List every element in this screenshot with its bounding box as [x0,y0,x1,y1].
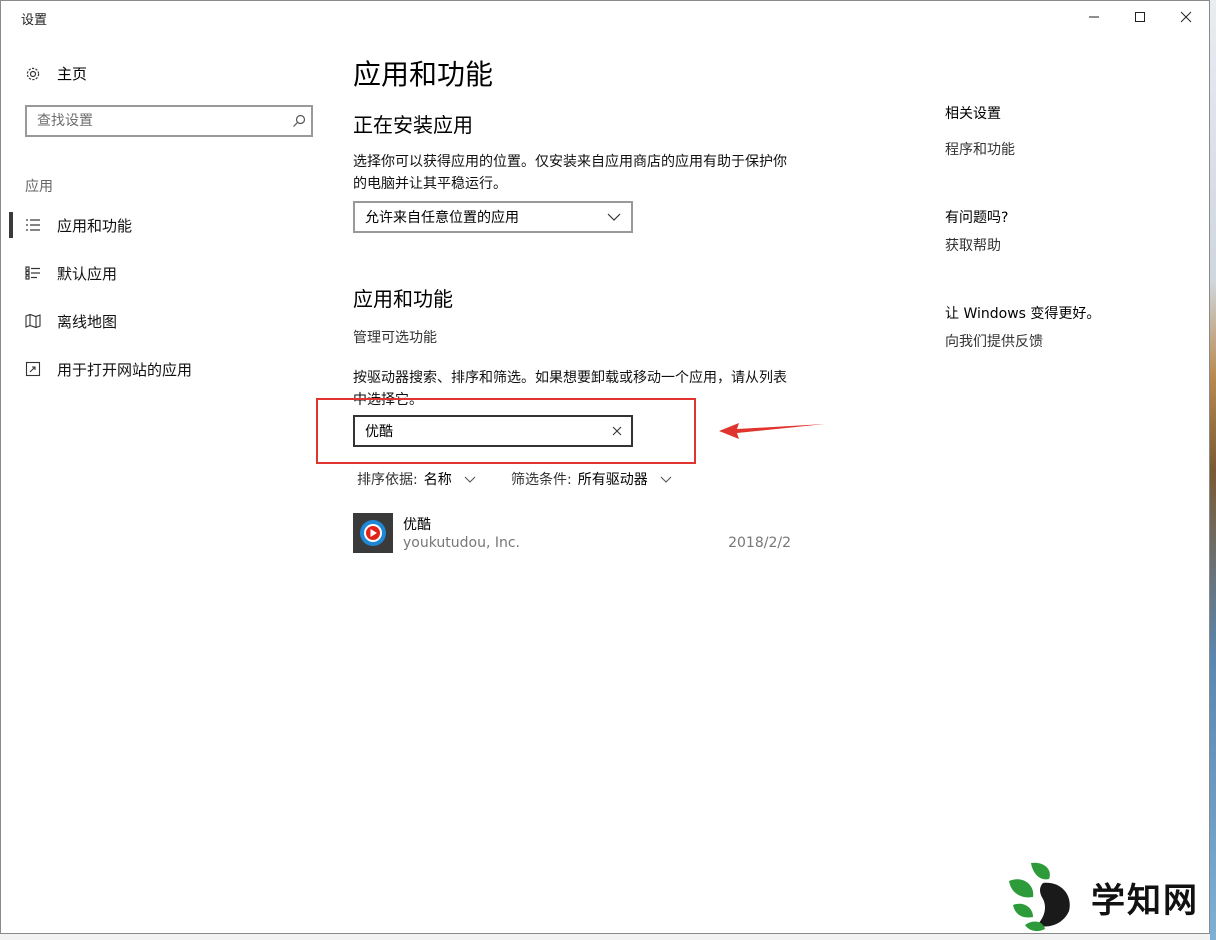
filter-value: 所有驱动器 [577,472,648,488]
settings-search-input[interactable] [27,107,287,135]
active-item-indicator [9,212,13,238]
related-settings-heading: 相关设置 [945,106,1001,122]
install-heading: 正在安装应用 [353,113,473,137]
sort-label: 排序依据: [357,472,418,488]
sidebar-item-label: 用于打开网站的应用 [57,360,193,379]
sort-value: 名称 [423,472,452,488]
sidebar-home[interactable]: 主页 [25,63,87,84]
minimize-button[interactable] [1071,1,1117,33]
settings-search-box[interactable] [25,105,313,137]
list-icon [25,217,41,233]
apps-features-heading: 应用和功能 [353,287,453,311]
desktop-background [1210,0,1216,940]
programs-features-link[interactable]: 程序和功能 [945,139,1015,159]
sidebar-item-label: 应用和功能 [57,216,133,235]
minimize-icon [1089,16,1099,18]
give-feedback-link[interactable]: 向我们提供反馈 [945,331,1043,351]
install-source-dropdown[interactable]: 允许来自任意位置的应用 [353,201,633,233]
open-website-icon [25,361,41,377]
page-title: 应用和功能 [353,58,494,91]
watermark-logo: 学知网 [1003,859,1209,933]
question-heading: 有问题吗? [945,210,1009,226]
app-name: 优酷 [403,517,431,533]
install-description: 选择你可以获得应用的位置。仅安装来自应用商店的应用有助于保护你的电脑并让其平稳运… [353,154,787,192]
sidebar-item-apps-features[interactable]: 应用和功能 [25,213,132,237]
chevron-down-icon [464,476,476,483]
clear-search-button[interactable] [603,426,631,436]
sidebar-item-apps-for-websites[interactable]: 用于打开网站的应用 [25,357,192,381]
chevron-down-icon [607,213,621,221]
feedback-heading: 让 Windows 变得更好。 [945,306,1101,322]
search-icon[interactable] [287,114,311,128]
leaf-logo-icon [1009,862,1070,932]
maximize-icon [1135,12,1145,22]
app-search-box[interactable] [353,415,633,447]
window-title: 设置 [21,13,48,28]
app-install-date: 2018/2/2 [728,535,791,551]
app-publisher: youkutudou, Inc. [403,535,521,551]
title-bar: 设置 [1,1,1209,33]
annotation-arrow-icon [719,423,825,439]
filter-label: 筛选条件: [511,472,572,488]
sidebar-item-offline-maps[interactable]: 离线地图 [25,309,117,333]
sidebar-item-default-apps[interactable]: 默认应用 [25,261,117,285]
watermark-text: 学知网 [1091,881,1199,921]
default-apps-icon [25,265,41,281]
dropdown-value: 允许来自任意位置的应用 [365,210,519,226]
maximize-button[interactable] [1117,1,1163,33]
settings-window: 设置 主页 应用 应用和功能 默认应用 [0,0,1210,934]
filter-by-dropdown[interactable]: 筛选条件: 所有驱动器 [511,469,672,489]
map-icon [25,313,41,329]
sort-by-dropdown[interactable]: 排序依据: 名称 [357,469,476,489]
close-icon [1180,11,1192,23]
apps-description: 按驱动器搜索、排序和筛选。如果想要卸载或移动一个应用，请从列表中选择它。 [353,370,787,408]
manage-optional-features-link[interactable]: 管理可选功能 [353,327,437,347]
close-window-button[interactable] [1163,1,1209,33]
get-help-link[interactable]: 获取帮助 [945,235,1001,255]
sidebar-item-label: 默认应用 [57,264,118,283]
sidebar-section-label: 应用 [25,179,53,195]
close-icon [612,426,622,436]
app-list-item[interactable]: 优酷 youkutudou, Inc. 2018/2/2 [353,511,793,555]
chevron-down-icon [660,476,672,483]
app-search-input[interactable] [355,417,603,445]
youku-app-icon [353,513,393,553]
sidebar-home-label: 主页 [57,65,88,83]
gear-icon [26,67,40,80]
sidebar-item-label: 离线地图 [57,312,118,331]
